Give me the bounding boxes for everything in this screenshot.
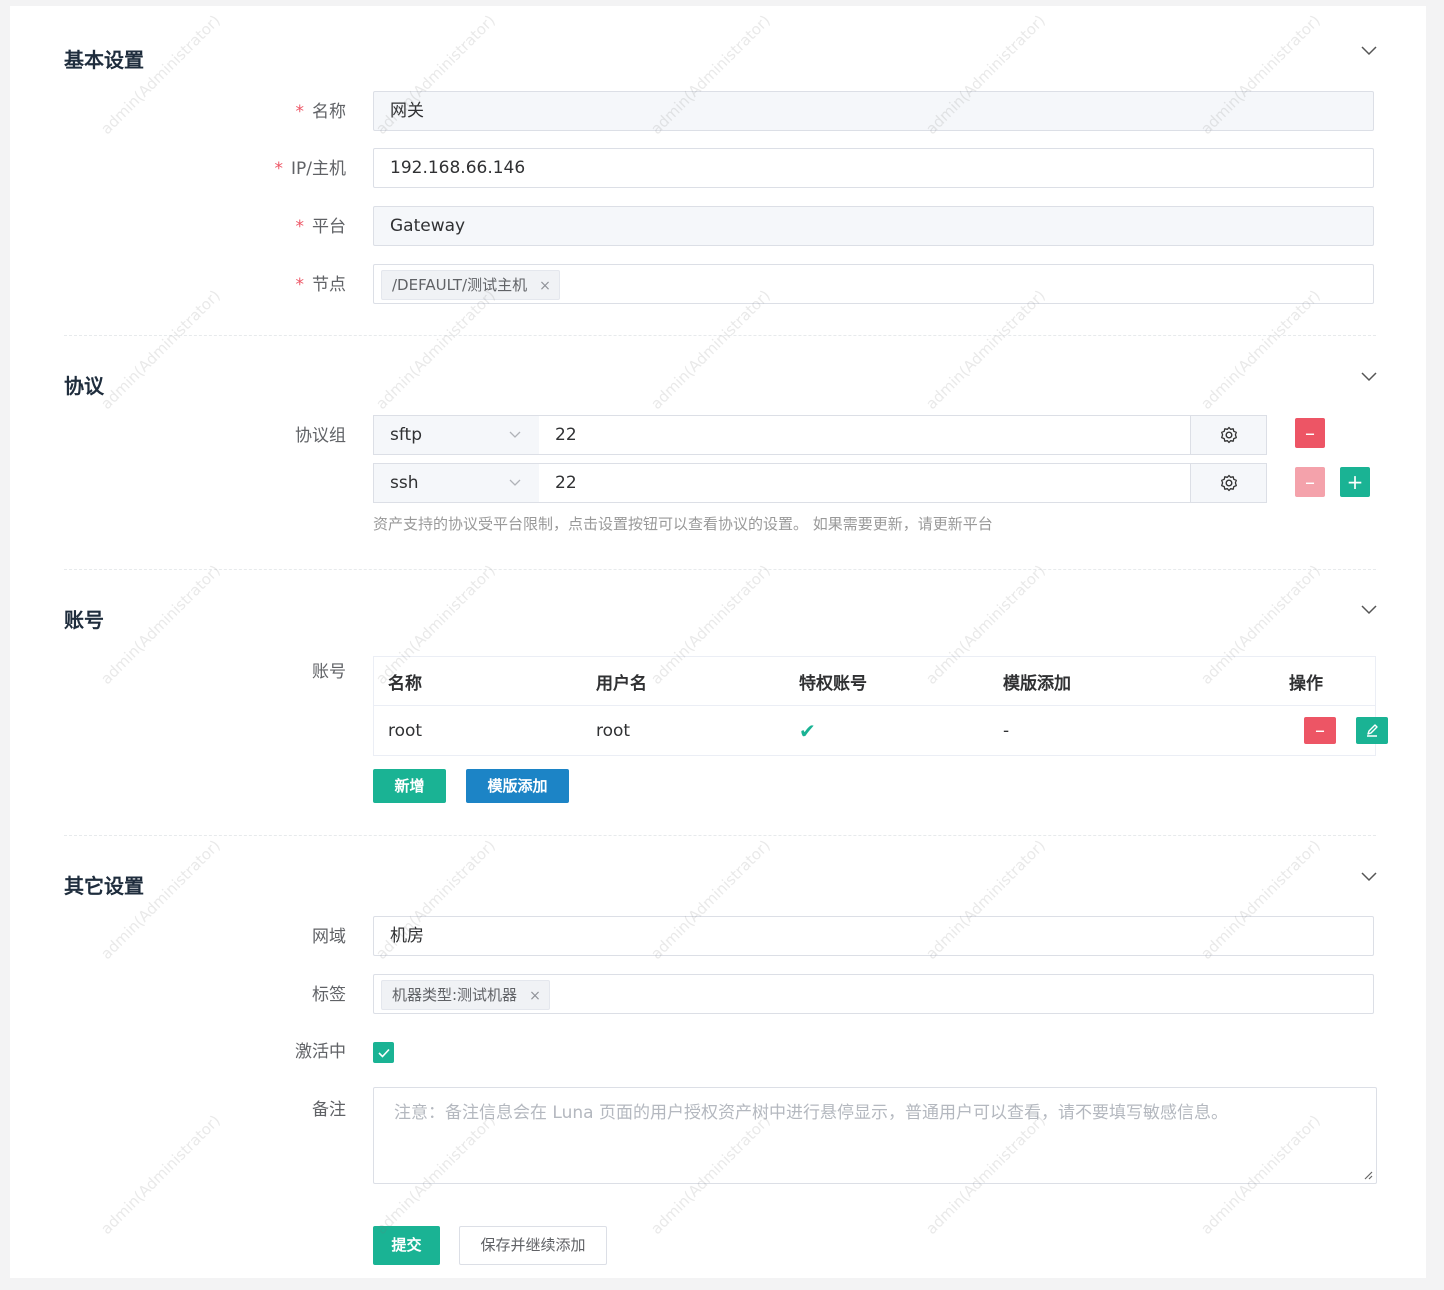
col-header-privileged: 特权账号 xyxy=(785,656,989,706)
plus-icon: + xyxy=(1346,470,1364,494)
protocol-help-text: 资产支持的协议受平台限制，点击设置按钮可以查看协议的设置。 如果需要更新，请更新… xyxy=(373,515,993,533)
comment-label: 备注 xyxy=(312,1100,346,1120)
cell-actions: – xyxy=(1237,706,1388,756)
delete-account-button[interactable]: – xyxy=(1304,716,1336,744)
chevron-down-icon xyxy=(509,479,521,486)
section-title-account: 账号 xyxy=(64,608,104,632)
tags-select[interactable]: 机器类型:测试机器 × xyxy=(373,974,1374,1014)
cell-name: root xyxy=(388,720,423,741)
check-icon xyxy=(377,1048,390,1058)
chevron-down-icon[interactable] xyxy=(1361,605,1377,615)
col-header-actions: 操作 xyxy=(1237,656,1376,706)
col-header-name: 名称 xyxy=(373,656,582,706)
comment-placeholder: 注意：备注信息会在 Luna 页面的用户授权资产树中进行悬停显示，普通用户可以查… xyxy=(394,1103,1228,1123)
ip-label: * IP/主机 xyxy=(274,159,347,179)
active-checkbox[interactable] xyxy=(373,1042,394,1063)
account-table: 名称 用户名 特权账号 模版添加 操作 root root ✔ - – xyxy=(373,656,1388,756)
protocol-settings-button[interactable] xyxy=(1190,463,1267,503)
name-label: * 名称 xyxy=(295,102,347,122)
col-header-template: 模版添加 xyxy=(989,656,1237,706)
remove-protocol-button[interactable]: – xyxy=(1295,418,1325,448)
minus-icon: – xyxy=(1305,421,1315,445)
edit-account-button[interactable] xyxy=(1356,716,1388,744)
protocol-port-input[interactable]: 22 xyxy=(539,415,1191,455)
section-title-other: 其它设置 xyxy=(64,874,144,898)
template-add-button[interactable]: 模版添加 xyxy=(466,769,569,803)
node-tag: /DEFAULT/测试主机 × xyxy=(381,270,560,300)
col-header-username: 用户名 xyxy=(582,656,785,706)
divider xyxy=(64,335,1376,336)
check-icon: ✔ xyxy=(799,718,816,743)
account-label: 账号 xyxy=(312,662,346,682)
save-and-continue-button[interactable]: 保存并继续添加 xyxy=(459,1226,607,1265)
ip-input[interactable]: 192.168.66.146 xyxy=(373,148,1374,188)
chevron-down-icon[interactable] xyxy=(1361,872,1377,882)
gear-icon xyxy=(1220,474,1237,492)
section-title-protocol: 协议 xyxy=(64,374,104,398)
chevron-down-icon xyxy=(509,431,521,438)
cell-template: - xyxy=(1003,720,1010,741)
protocol-group-label: 协议组 xyxy=(295,426,346,446)
platform-input[interactable]: Gateway xyxy=(373,206,1374,246)
comment-textarea[interactable]: 注意：备注信息会在 Luna 页面的用户授权资产树中进行悬停显示，普通用户可以查… xyxy=(373,1087,1377,1184)
tags-label: 标签 xyxy=(312,985,346,1005)
domain-select[interactable]: 机房 xyxy=(373,916,1374,956)
submit-button[interactable]: 提交 xyxy=(373,1226,440,1265)
cell-username: root xyxy=(596,720,631,741)
tag-close-icon[interactable]: × xyxy=(529,988,541,1004)
active-label: 激活中 xyxy=(295,1042,346,1062)
add-account-button[interactable]: 新增 xyxy=(373,769,446,803)
node-label: * 节点 xyxy=(295,275,347,295)
name-input[interactable]: 网关 xyxy=(373,91,1374,131)
protocol-port-input[interactable]: 22 xyxy=(539,463,1191,503)
edit-icon xyxy=(1367,724,1378,737)
chevron-down-icon[interactable] xyxy=(1361,372,1377,382)
protocol-select[interactable]: sftp xyxy=(373,415,540,455)
divider xyxy=(64,569,1376,570)
table-row: root root ✔ - – xyxy=(374,706,1388,756)
resize-handle-icon[interactable] xyxy=(1363,1170,1373,1180)
divider xyxy=(64,835,1376,836)
domain-label: 网域 xyxy=(312,927,346,947)
minus-icon: – xyxy=(1305,470,1315,494)
remove-protocol-button[interactable]: – xyxy=(1295,467,1325,497)
node-select[interactable]: /DEFAULT/测试主机 × xyxy=(373,264,1374,304)
chevron-down-icon[interactable] xyxy=(1361,46,1377,56)
tag-close-icon[interactable]: × xyxy=(539,278,551,294)
protocol-select[interactable]: ssh xyxy=(373,463,540,503)
minus-icon: – xyxy=(1315,718,1325,742)
add-protocol-button[interactable]: + xyxy=(1340,467,1370,497)
protocol-settings-button[interactable] xyxy=(1190,415,1267,455)
label-tag: 机器类型:测试机器 × xyxy=(381,980,550,1010)
platform-label: * 平台 xyxy=(295,217,347,237)
gear-icon xyxy=(1220,426,1237,444)
section-title-basic: 基本设置 xyxy=(64,48,144,72)
